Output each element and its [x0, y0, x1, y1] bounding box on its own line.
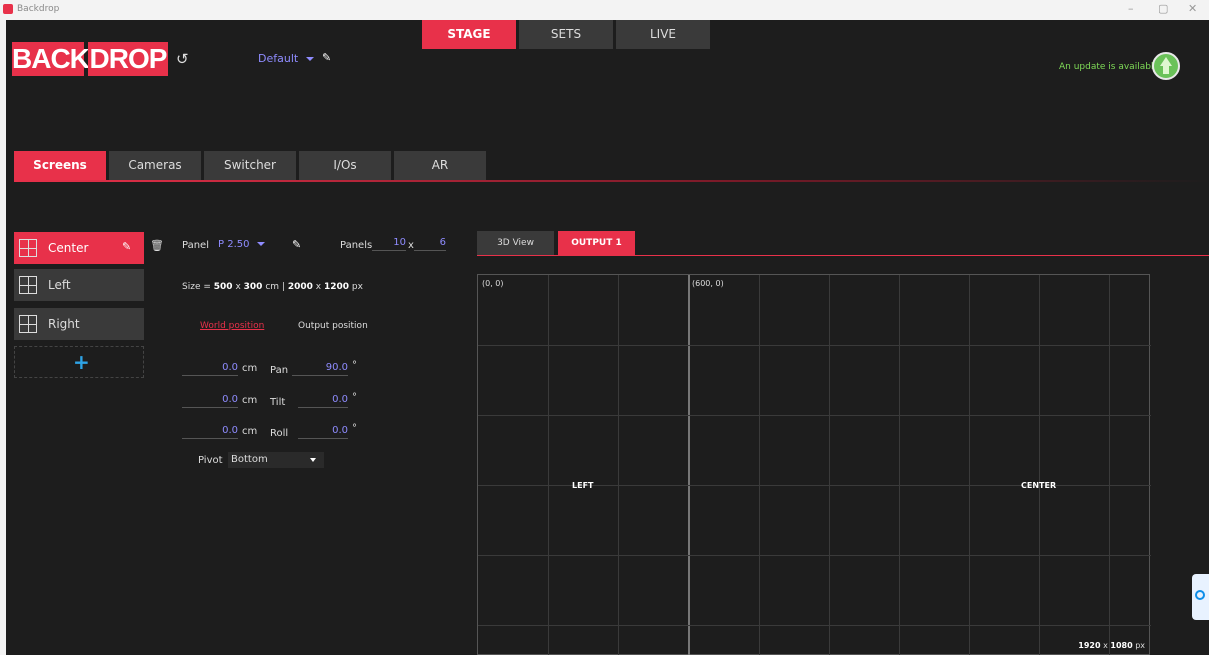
nav-live[interactable]: LIVE	[616, 20, 710, 49]
position-z-input[interactable]: 0.0	[182, 425, 238, 439]
screen-label: Right	[48, 317, 80, 331]
chevron-down-icon	[257, 242, 266, 246]
stage-subtabs: Screens Cameras Switcher I/Os AR	[14, 151, 489, 180]
view-tabs-underline	[477, 255, 1209, 256]
center-origin-coordinate: (600, 0)	[692, 279, 724, 288]
panels-y-input[interactable]: 6	[414, 237, 446, 251]
pivot-select[interactable]: Bottom	[228, 452, 324, 468]
minimize-button[interactable]: –	[1128, 2, 1134, 15]
backdrop-logo: BACK DROP	[12, 42, 168, 76]
pivot-value: Bottom	[231, 454, 268, 465]
subtab-underline	[14, 180, 1209, 182]
roll-input[interactable]: 0.0	[298, 425, 348, 439]
title-bar: Backdrop – ▢ ✕	[0, 0, 1209, 20]
screen-divider	[688, 275, 690, 655]
region-left-label: LEFT	[572, 481, 594, 490]
maximize-button[interactable]: ▢	[1158, 2, 1168, 15]
pivot-label: Pivot	[198, 455, 223, 466]
roll-label: Roll	[270, 428, 289, 439]
tab-ios[interactable]: I/Os	[299, 151, 391, 180]
update-button[interactable]	[1152, 52, 1180, 80]
panel-value: P 2.50	[218, 239, 250, 250]
position-y-input[interactable]: 0.0	[182, 394, 238, 408]
close-button[interactable]: ✕	[1188, 2, 1197, 15]
screen-item-right[interactable]: Right	[14, 308, 144, 340]
add-screen-button[interactable]: +	[14, 346, 144, 378]
pan-input[interactable]: 90.0	[292, 362, 348, 376]
tilt-label: Tilt	[270, 397, 286, 408]
unit-cm: cm	[242, 363, 258, 374]
arrow-up-icon	[1160, 57, 1172, 66]
panels-label: Panels	[340, 240, 373, 251]
nav-stage[interactable]: STAGE	[422, 20, 516, 49]
grid-icon	[19, 239, 37, 257]
resolution-label: 1920 x 1080 px	[1078, 641, 1145, 650]
panel-label: Panel	[182, 240, 209, 251]
size-info: Size = 500 x 300 cm | 2000 x 1200 px	[182, 282, 363, 292]
degree-sign: °	[352, 423, 357, 434]
undo-icon[interactable]: ↺	[176, 51, 192, 67]
trash-icon[interactable]: 🗑	[150, 239, 164, 252]
grid-icon	[19, 315, 37, 333]
output-position-tab[interactable]: Output position	[298, 321, 368, 331]
output-canvas[interactable]: (0, 0) (600, 0) LEFT CENTER 1920 x 1080 …	[477, 274, 1151, 655]
tab-ar[interactable]: AR	[394, 151, 486, 180]
tab-switcher[interactable]: Switcher	[204, 151, 296, 180]
nav-sets[interactable]: SETS	[519, 20, 613, 49]
main-nav: STAGE SETS LIVE	[422, 20, 713, 49]
unit-cm: cm	[242, 426, 258, 437]
degree-sign: °	[352, 392, 357, 403]
view-tabs: 3D View OUTPUT 1	[477, 231, 639, 255]
chevron-down-icon	[306, 57, 315, 61]
position-x-input[interactable]: 0.0	[182, 362, 238, 376]
edit-screen-pencil-icon[interactable]: ✎	[122, 240, 131, 253]
panels-x-input[interactable]: 10	[372, 237, 406, 251]
unit-cm: cm	[242, 395, 258, 406]
screen-item-left[interactable]: Left	[14, 269, 144, 301]
app-root: BACK DROP ↺ Default ✎ STAGE SETS LIVE An…	[6, 20, 1209, 655]
tab-cameras[interactable]: Cameras	[109, 151, 201, 180]
tilt-input[interactable]: 0.0	[298, 394, 348, 408]
edit-preset-pencil-icon[interactable]: ✎	[322, 51, 331, 64]
window-title: Backdrop	[17, 4, 60, 14]
region-center-label: CENTER	[1021, 481, 1057, 490]
edit-panel-pencil-icon[interactable]: ✎	[292, 238, 301, 251]
remote-icon	[1195, 590, 1205, 600]
screen-item-center[interactable]: Center ✎	[14, 232, 144, 264]
preset-value: Default	[258, 52, 299, 65]
tab-3d-view[interactable]: 3D View	[477, 231, 554, 255]
plus-icon: +	[73, 350, 90, 374]
preset-dropdown[interactable]: Default	[258, 52, 315, 65]
tab-screens[interactable]: Screens	[14, 151, 106, 180]
panel-dropdown[interactable]: P 2.50	[218, 239, 266, 250]
update-text: An update is available	[1059, 62, 1159, 72]
pan-label: Pan	[270, 365, 289, 376]
screen-label: Center	[48, 241, 89, 255]
screen-label: Left	[48, 278, 71, 292]
world-position-tab[interactable]: World position	[200, 321, 264, 331]
chevron-down-icon	[310, 458, 316, 462]
degree-sign: °	[352, 360, 357, 371]
teamviewer-side-tab[interactable]	[1192, 574, 1209, 620]
tab-output-1[interactable]: OUTPUT 1	[558, 231, 635, 255]
grid-icon	[19, 276, 37, 294]
origin-coordinate: (0, 0)	[482, 279, 504, 288]
logo-back: BACK	[12, 42, 90, 76]
app-icon	[3, 4, 13, 14]
logo-drop: DROP	[88, 42, 168, 76]
